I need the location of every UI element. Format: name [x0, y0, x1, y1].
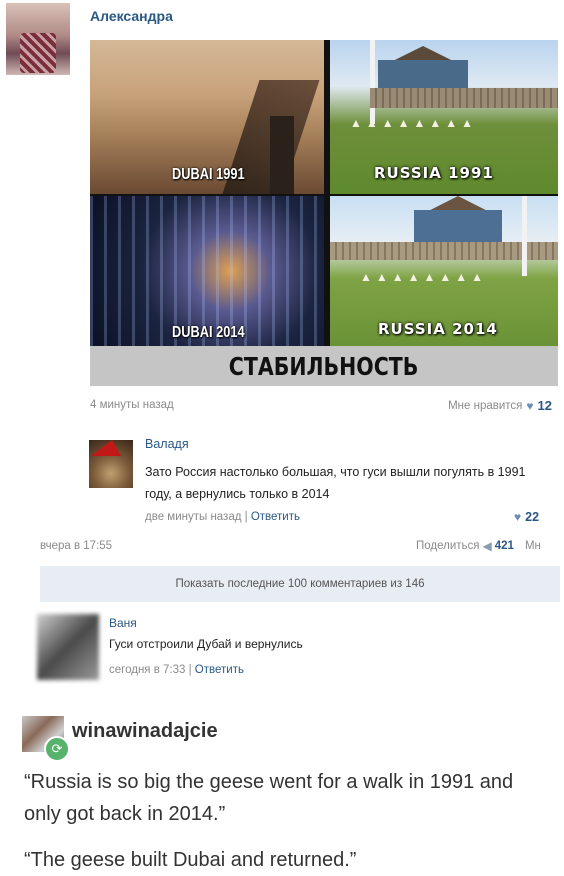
russia-2014-label: RUSSIA 2014 — [378, 320, 498, 338]
comment2-text: Гуси отстроили Дубай и вернулись — [109, 637, 303, 651]
comment2-meta: сегодня в 7:33 | Ответить — [109, 664, 244, 676]
post-like-button[interactable]: Мне нравится ♥ 12 — [448, 398, 552, 413]
tumblr-username[interactable]: winawinadajcie — [72, 720, 218, 743]
repost-time[interactable]: вчера в 17:55 — [40, 540, 112, 552]
dubai-2014-label: DUBAI 2014 — [172, 324, 245, 341]
comment-meta: две минуты назад | Ответить — [145, 511, 300, 523]
more-label: Мн — [524, 540, 541, 552]
dubai-2014-panel: DUBAI 2014 — [90, 196, 324, 346]
comment-like-count: 22 — [525, 510, 540, 524]
santa-hat-detail — [91, 440, 121, 456]
comment2-avatar[interactable] — [37, 614, 99, 680]
russia-1991-label: RUSSIA 1991 — [374, 164, 494, 182]
comment2-reply-button[interactable]: Ответить — [195, 664, 244, 676]
geese-row: ▲▲▲▲▲▲▲▲ — [350, 116, 478, 130]
share-count: 421 — [494, 540, 514, 552]
image-caption: СТАБИЛЬНОСТЬ — [229, 351, 419, 381]
image-caption-bar: СТАБИЛЬНОСТЬ — [90, 346, 558, 386]
avatar-photo-detail — [20, 33, 56, 73]
dubai-1991-label: DUBAI 1991 — [172, 166, 245, 183]
comment-time[interactable]: две минуты назад — [145, 511, 241, 523]
show-more-label: Показать последние 100 комментариев из 1… — [175, 578, 425, 590]
comment2-time[interactable]: сегодня в 7:33 — [109, 664, 185, 676]
comment2-author[interactable]: Ваня — [109, 616, 137, 630]
pole — [370, 40, 375, 124]
comment-text: Зато Россия настолько большая, что гуси … — [145, 465, 526, 501]
show-more-comments-button[interactable]: Показать последние 100 комментариев из 1… — [40, 566, 560, 602]
like-label: Мне нравится — [448, 399, 523, 412]
share-icon: ◀ — [482, 539, 492, 553]
comment-author[interactable]: Валадя — [145, 437, 189, 451]
russia-2014-panel: ▲▲▲▲▲▲▲▲ RUSSIA 2014 — [330, 196, 558, 346]
post-time[interactable]: 4 минуты назад — [90, 399, 174, 411]
meme-image[interactable]: DUBAI 1991 ▲▲▲▲▲▲▲▲ RUSSIA 1991 DUBAI 20… — [90, 40, 558, 386]
comment-like-button[interactable]: ♥ 22 — [514, 510, 539, 524]
lone-tower — [270, 116, 294, 194]
reply-button[interactable]: Ответить — [251, 511, 300, 523]
tumblr-quote-2: “The geese built Dubai and returned.” — [24, 849, 357, 871]
poster-avatar[interactable] — [6, 3, 70, 75]
reblog-icon: ⟳ — [44, 736, 70, 762]
heart-icon: ♥ — [514, 510, 522, 524]
tumblr-quote-1: “Russia is so big the geese went for a w… — [24, 771, 514, 825]
share-label: Поделиться — [416, 540, 480, 552]
geese-row: ▲▲▲▲▲▲▲▲ — [360, 270, 488, 284]
comment-avatar[interactable] — [89, 440, 133, 488]
fence — [370, 88, 558, 108]
share-button[interactable]: Поделиться ◀ 421 Мн — [416, 539, 541, 553]
heart-icon: ♥ — [526, 398, 534, 413]
pole — [522, 196, 527, 276]
dubai-1991-panel: DUBAI 1991 — [90, 40, 324, 194]
like-count: 12 — [537, 398, 552, 413]
russia-1991-panel: ▲▲▲▲▲▲▲▲ RUSSIA 1991 — [330, 40, 558, 194]
poster-name[interactable]: Александра — [90, 8, 173, 24]
